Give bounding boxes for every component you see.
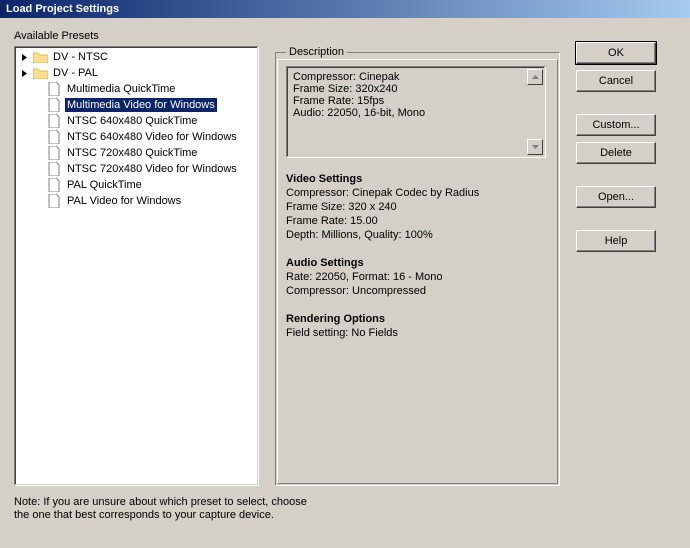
file-icon [46,146,62,160]
scroll-down-icon[interactable] [527,139,543,155]
detail-line: Depth: Millions, Quality: 100% [286,228,546,242]
file-icon [46,98,62,112]
detail-line: Field setting: No Fields [286,326,546,340]
detail-line: Compressor: Uncompressed [286,284,546,298]
folder-icon [32,50,48,64]
tree-label: NTSC 720x480 QuickTime [65,146,199,160]
ok-button[interactable]: OK [576,42,656,64]
summary-line: Frame Rate: 15fps [293,95,539,107]
tree-label: NTSC 640x480 QuickTime [65,114,199,128]
tree-item[interactable]: NTSC 640x480 Video for Windows [15,129,258,145]
tree-folder[interactable]: DV - NTSC [15,49,258,65]
detail-line: Frame Size: 320 x 240 [286,200,546,214]
tree-item[interactable]: Multimedia Video for Windows [15,97,258,113]
description-legend: Description [286,46,347,58]
cancel-button[interactable]: Cancel [576,70,656,92]
titlebar: Load Project Settings [0,0,690,18]
details-text: Video Settings Compressor: Cinepak Codec… [286,172,546,340]
tree-item[interactable]: NTSC 720x480 QuickTime [15,145,258,161]
scrollbar[interactable] [527,69,543,155]
folder-icon [32,66,48,80]
tree-item[interactable]: Multimedia QuickTime [15,81,258,97]
tree-item[interactable]: NTSC 640x480 QuickTime [15,113,258,129]
available-presets-label: Available Presets [14,30,676,42]
help-button[interactable]: Help [576,230,656,252]
file-icon [46,194,62,208]
tree-item[interactable]: PAL Video for Windows [15,193,258,209]
file-icon [46,162,62,176]
rendering-options-heading: Rendering Options [286,313,385,325]
custom-button[interactable]: Custom... [576,114,656,136]
scroll-up-icon[interactable] [527,69,543,85]
open-button[interactable]: Open... [576,186,656,208]
tree-label: PAL Video for Windows [65,194,183,208]
file-icon [46,82,62,96]
delete-button[interactable]: Delete [576,142,656,164]
tree-item[interactable]: NTSC 720x480 Video for Windows [15,161,258,177]
file-icon [46,178,62,192]
file-icon [46,114,62,128]
expand-icon[interactable] [19,68,30,79]
tree-folder[interactable]: DV - PAL [15,65,258,81]
tree-label: NTSC 640x480 Video for Windows [65,130,239,144]
note-line: the one that best corresponds to your ca… [14,509,676,522]
tree-label: DV - PAL [51,66,100,80]
tree-label: Multimedia Video for Windows [65,98,217,112]
detail-line: Rate: 22050, Format: 16 - Mono [286,270,546,284]
note-line: Note: If you are unsure about which pres… [14,496,676,509]
tree-label: PAL QuickTime [65,178,144,192]
file-icon [46,130,62,144]
tree-label: DV - NTSC [51,50,110,64]
description-group: Description Compressor: Cinepak Frame Si… [275,46,560,486]
preset-tree[interactable]: DV - NTSC DV - PAL Multimedia QuickTime [14,46,259,486]
tree-label: Multimedia QuickTime [65,82,177,96]
detail-line: Compressor: Cinepak Codec by Radius [286,186,546,200]
window-title: Load Project Settings [6,3,119,15]
summary-line: Audio: 22050, 16-bit, Mono [293,107,539,119]
audio-settings-heading: Audio Settings [286,257,364,269]
summary-line: Compressor: Cinepak [293,71,539,83]
summary-line: Frame Size: 320x240 [293,83,539,95]
summary-box: Compressor: Cinepak Frame Size: 320x240 … [286,66,546,158]
button-column: OK Cancel Custom... Delete Open... Help [576,42,656,252]
expand-icon[interactable] [19,52,30,63]
tree-item[interactable]: PAL QuickTime [15,177,258,193]
note-text: Note: If you are unsure about which pres… [14,496,676,522]
tree-label: NTSC 720x480 Video for Windows [65,162,239,176]
video-settings-heading: Video Settings [286,173,362,185]
detail-line: Frame Rate: 15.00 [286,214,546,228]
